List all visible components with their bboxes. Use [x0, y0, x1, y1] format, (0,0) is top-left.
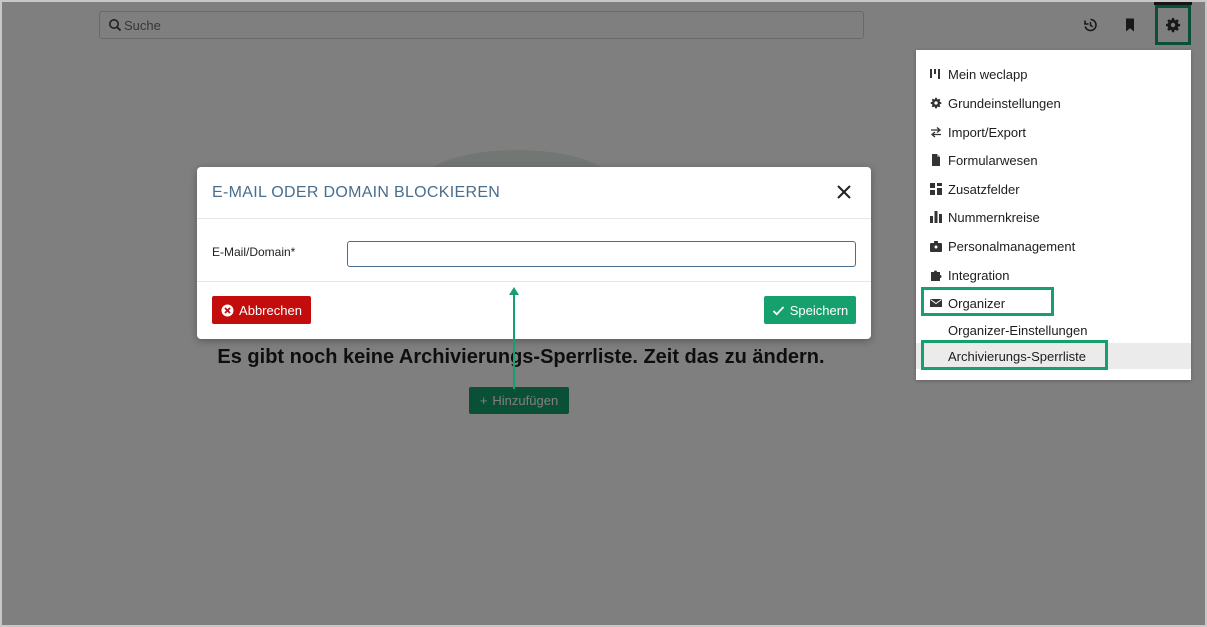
highlight-organizer [921, 287, 1054, 316]
menu-item-zusatzfelder[interactable]: Zusatzfelder [916, 176, 1191, 202]
bar-chart-icon [929, 210, 943, 224]
divider [197, 218, 871, 219]
screenshot-frame: Es gibt noch keine Archivierungs-Sperrli… [0, 0, 1207, 627]
app: Es gibt noch keine Archivierungs-Sperrli… [2, 2, 1205, 625]
divider [197, 281, 871, 282]
email-domain-input[interactable] [347, 241, 856, 267]
cancel-button-label: Abbrechen [239, 302, 302, 318]
close-button[interactable] [833, 181, 855, 203]
cancel-circle-icon [221, 304, 234, 316]
dialog-title: E-MAIL ODER DOMAIN BLOCKIEREN [212, 184, 501, 201]
menu-item-formularwesen[interactable]: Formularwesen [916, 147, 1191, 173]
menu-item-nummernkreise[interactable]: Nummernkreise [916, 204, 1191, 230]
menu-item-mein-weclapp[interactable]: Mein weclapp [916, 61, 1191, 87]
highlight-archivierungs-sperrliste [921, 340, 1108, 370]
block-email-dialog: E-MAIL ODER DOMAIN BLOCKIEREN E-Mail/Dom… [197, 167, 871, 339]
grid-icon [929, 182, 943, 196]
gear-icon [929, 96, 943, 110]
save-button[interactable]: Speichern [764, 296, 856, 324]
close-icon [837, 185, 851, 199]
annotation-arrow [509, 287, 519, 389]
menu-item-integration[interactable]: Integration [916, 262, 1191, 288]
id-badge-icon [929, 239, 943, 253]
menu-item-import-export[interactable]: Import/Export [916, 119, 1191, 145]
settings-menu: Mein weclapp Grundeinstellungen Import/E… [916, 50, 1191, 380]
dashboard-icon [929, 67, 943, 81]
checkmark-icon [772, 305, 784, 315]
cancel-button[interactable]: Abbrechen [212, 296, 311, 324]
puzzle-icon [929, 268, 943, 282]
save-button-label: Speichern [789, 302, 849, 318]
arrows-icon [929, 125, 943, 139]
email-domain-label: E-Mail/Domain* [212, 245, 296, 259]
menu-item-personalmanagement[interactable]: Personalmanagement [916, 233, 1191, 259]
menu-item-grundeinstellungen[interactable]: Grundeinstellungen [916, 90, 1191, 116]
document-icon [929, 153, 943, 167]
